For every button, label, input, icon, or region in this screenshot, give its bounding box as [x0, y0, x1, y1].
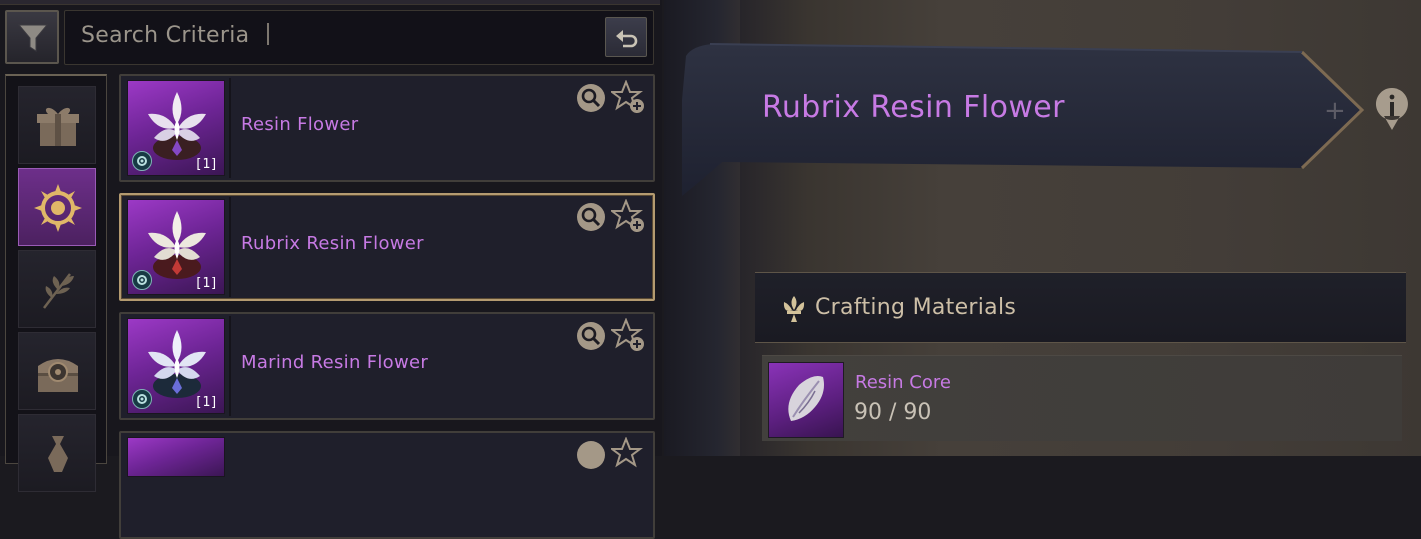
- item-grade-badge: [132, 270, 152, 290]
- item-thumbnail: [127, 437, 225, 477]
- item-divider: [229, 197, 231, 297]
- favorite-star-icon[interactable]: [611, 437, 645, 471]
- material-name: Resin Core: [855, 372, 951, 393]
- item-name: Rubrix Resin Flower: [241, 233, 424, 254]
- category-tab-gifts[interactable]: [18, 86, 96, 164]
- magnifier-icon[interactable]: [575, 320, 607, 352]
- category-tab-herbs[interactable]: [18, 250, 96, 328]
- list-item-marind-resin-flower[interactable]: [1] Marind Resin Flower: [119, 312, 655, 420]
- category-tab-crafting[interactable]: [18, 168, 96, 246]
- gift-box-icon: [37, 107, 79, 146]
- item-thumbnail: [1]: [127, 80, 225, 176]
- item-count: [1]: [194, 276, 218, 291]
- text-caret: [267, 23, 270, 45]
- category-tab-chests[interactable]: [18, 332, 96, 410]
- item-count: [1]: [194, 157, 218, 172]
- item-divider: [229, 316, 231, 416]
- search-placeholder: Search Criteria: [81, 23, 270, 48]
- undo-arrow-icon: [616, 30, 638, 48]
- material-thumbnail: [768, 362, 844, 438]
- favorite-star-icon[interactable]: [611, 318, 645, 352]
- magnifier-icon[interactable]: [575, 439, 607, 471]
- magnifier-icon[interactable]: [575, 201, 607, 233]
- top-border: [0, 0, 660, 5]
- info-icon[interactable]: [1374, 86, 1410, 132]
- item-thumbnail: [1]: [127, 318, 225, 414]
- favorite-star-icon[interactable]: [611, 80, 645, 114]
- gear-icon: [137, 394, 147, 404]
- materials-title: Crafting Materials: [815, 295, 1017, 320]
- category-sidebar: [5, 74, 107, 492]
- detail-title: Rubrix Resin Flower: [762, 90, 1065, 125]
- list-item-partial[interactable]: [119, 431, 655, 539]
- item-divider: [229, 78, 231, 178]
- gear-icon: [137, 275, 147, 285]
- gear-icon: [137, 156, 147, 166]
- item-grade-badge: [132, 389, 152, 409]
- item-count: [1]: [194, 395, 218, 410]
- filter-icon: [17, 24, 49, 52]
- material-quantity: 90 / 90: [854, 400, 932, 425]
- category-tab-misc[interactable]: [18, 414, 96, 492]
- treasure-chest-icon: [38, 359, 78, 392]
- reset-search-button[interactable]: [605, 17, 647, 57]
- resin-core-icon: [788, 376, 824, 421]
- filter-button[interactable]: [5, 10, 59, 64]
- material-row[interactable]: Resin Core 90 / 90: [762, 355, 1402, 441]
- compass-emblem-icon: [34, 184, 82, 232]
- fleur-de-lis-icon: [783, 296, 805, 322]
- magnifier-icon[interactable]: [575, 82, 607, 114]
- item-name: Marind Resin Flower: [241, 352, 429, 373]
- favorite-star-icon[interactable]: [611, 199, 645, 233]
- pouch-icon: [48, 436, 68, 472]
- list-item-rubrix-resin-flower[interactable]: [1] Rubrix Resin Flower: [119, 193, 655, 301]
- item-grade-badge: [132, 151, 152, 171]
- crafting-materials-header: Crafting Materials: [755, 272, 1406, 343]
- item-thumbnail: [1]: [127, 199, 225, 295]
- leaf-icon: [43, 273, 74, 309]
- plus-mark-icon: +: [1324, 96, 1346, 126]
- search-input[interactable]: Search Criteria: [64, 10, 654, 65]
- list-item-resin-flower[interactable]: [1] Resin Flower: [119, 74, 655, 182]
- item-name: Resin Flower: [241, 114, 359, 135]
